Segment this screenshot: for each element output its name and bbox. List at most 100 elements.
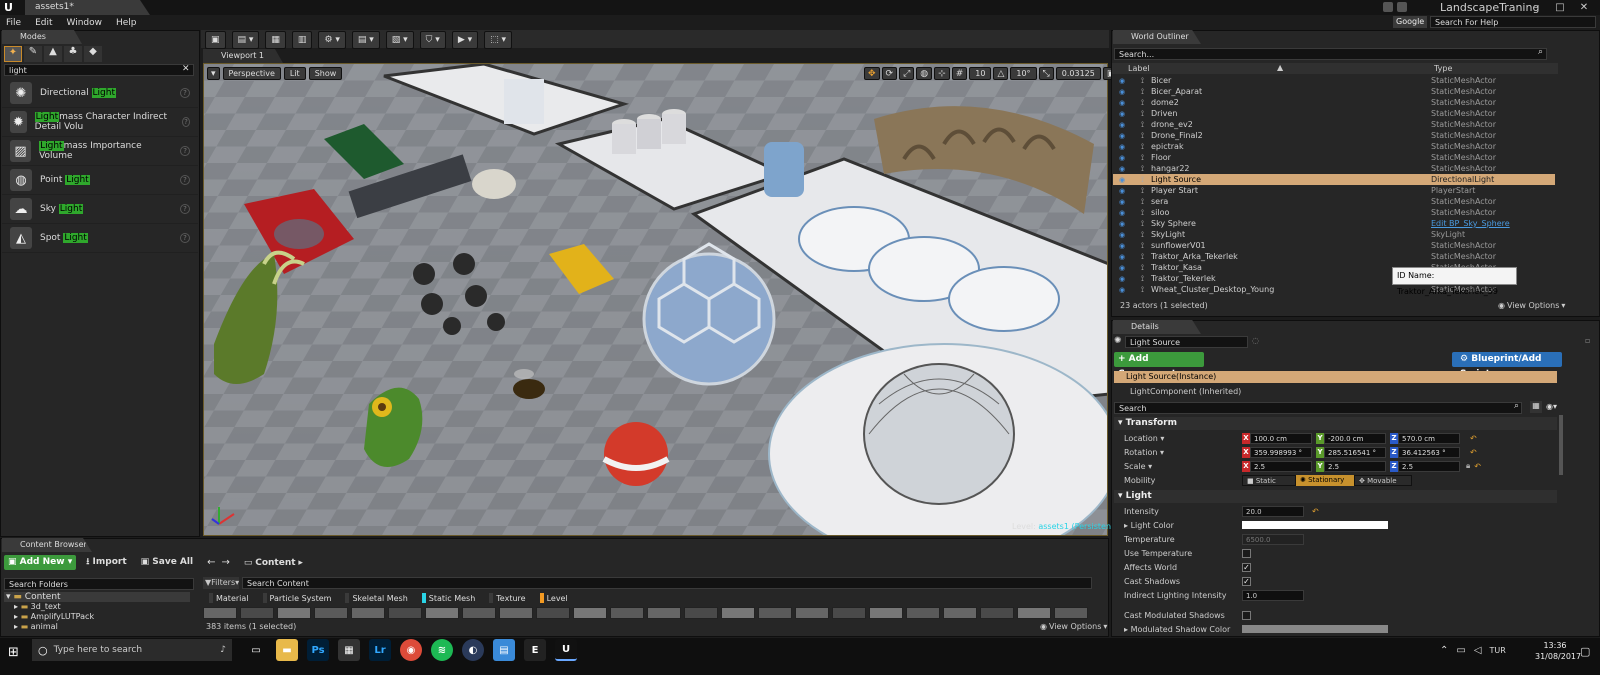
- intensity-field[interactable]: 20.0: [1242, 505, 1304, 517]
- asset-thumbnail[interactable]: [240, 607, 274, 619]
- asset-thumbnail[interactable]: [906, 607, 940, 619]
- network-icon[interactable]: ▭: [1456, 645, 1465, 656]
- folder-item[interactable]: ▸ ▬ animal: [4, 622, 190, 632]
- menu-help[interactable]: Help: [116, 18, 137, 28]
- modulated-color-swatch[interactable]: [1242, 625, 1388, 633]
- location-z-field[interactable]: 570.0 cm: [1398, 432, 1460, 444]
- outliner-row[interactable]: ◉ ⟟ Light Source DirectionalLight: [1113, 174, 1555, 185]
- help-icon[interactable]: ?: [180, 233, 190, 243]
- clock[interactable]: 13:36 31/08/2017: [1535, 640, 1581, 662]
- scale-y-field[interactable]: 2.5: [1324, 460, 1386, 472]
- chevron-up-icon[interactable]: ⌃: [1440, 645, 1448, 656]
- asset-thumbnail[interactable]: [499, 607, 533, 619]
- paint-mode-icon[interactable]: ✎: [24, 46, 42, 62]
- modes-search-input[interactable]: light: [4, 64, 194, 76]
- spotify-icon[interactable]: ≋: [431, 639, 453, 661]
- reset-rotation-icon[interactable]: ↶: [1470, 448, 1477, 457]
- visibility-eye-icon[interactable]: ◉: [1119, 132, 1129, 140]
- outliner-row[interactable]: ◉ ⟟ Player Start PlayerStart: [1113, 185, 1555, 196]
- media-app-icon[interactable]: ▦: [338, 639, 360, 661]
- asset-thumbnail[interactable]: [610, 607, 644, 619]
- outliner-row[interactable]: ◉ ⟟ siloo StaticMeshActor: [1113, 207, 1555, 218]
- rotation-snap-icon[interactable]: △: [993, 67, 1009, 80]
- help-icon[interactable]: ?: [180, 88, 190, 98]
- indirect-field[interactable]: 1.0: [1242, 589, 1304, 601]
- details-search-input[interactable]: Search: [1114, 402, 1522, 414]
- visibility-eye-icon[interactable]: ◉: [1119, 176, 1129, 184]
- folder-path[interactable]: ▭ Content ▸: [244, 558, 303, 568]
- outliner-row[interactable]: ◉ ⟟ epictrak StaticMeshActor: [1113, 141, 1555, 152]
- help-search-input[interactable]: Search For Help: [1430, 16, 1596, 28]
- label-column-header[interactable]: Label: [1128, 64, 1150, 73]
- modes-item[interactable]: ◍ Point Light ?: [2, 166, 198, 195]
- file-explorer-icon[interactable]: ▬: [276, 639, 298, 661]
- scale-label[interactable]: Scale ▾: [1124, 462, 1152, 471]
- filter-tag[interactable]: Texture: [483, 592, 531, 604]
- modes-item[interactable]: ◭ Spot Light ?: [2, 224, 198, 253]
- chrome-icon[interactable]: ◉: [400, 639, 422, 661]
- save-icon[interactable]: ▣: [205, 31, 226, 49]
- outliner-row[interactable]: ◉ ⟟ SkyLight SkyLight: [1113, 229, 1555, 240]
- mobility-movable-button[interactable]: ✥ Movable: [1354, 474, 1412, 486]
- outliner-row[interactable]: ◉ ⟟ Sky Sphere Edit BP_Sky_Sphere: [1113, 218, 1555, 229]
- scale-snap-icon[interactable]: ⤡: [1038, 67, 1054, 80]
- visibility-eye-icon[interactable]: ◉: [1119, 121, 1129, 129]
- asset-thumbnail[interactable]: [795, 607, 829, 619]
- sort-ascending-icon[interactable]: ▲: [1277, 63, 1283, 72]
- cast-shadows-checkbox[interactable]: ✓: [1242, 576, 1251, 586]
- filter-tag[interactable]: Level: [534, 592, 574, 604]
- cast-modulated-checkbox[interactable]: [1242, 610, 1251, 620]
- search-folders-input[interactable]: Search Folders: [4, 578, 194, 590]
- outliner-row[interactable]: ◉ ⟟ sunflowerV01 StaticMeshActor: [1113, 240, 1555, 251]
- grid-snap-value[interactable]: 10: [969, 67, 992, 80]
- visibility-eye-icon[interactable]: ◉: [1119, 231, 1129, 239]
- outliner-row[interactable]: ◉ ⟟ hangar22 StaticMeshActor: [1113, 163, 1555, 174]
- modes-item[interactable]: ✹ Lightmass Character Indirect Detail Vo…: [2, 108, 198, 137]
- forward-icon[interactable]: →: [221, 557, 229, 568]
- search-engine-select[interactable]: Google ▾: [1393, 16, 1427, 38]
- filter-tag[interactable]: Static Mesh: [416, 592, 481, 604]
- unreal-editor-icon[interactable]: U: [555, 639, 577, 661]
- asset-thumbnail[interactable]: [314, 607, 348, 619]
- help-icon[interactable]: ?: [181, 117, 190, 127]
- maximize-icon[interactable]: □: [1548, 0, 1572, 15]
- language-indicator[interactable]: TUR: [1490, 646, 1506, 655]
- modes-item[interactable]: ▨ Lightmass Importance Volume ?: [2, 137, 198, 166]
- asset-thumbnail[interactable]: [647, 607, 681, 619]
- import-button[interactable]: ⭳ Import: [82, 555, 130, 570]
- asset-thumbnail[interactable]: [462, 607, 496, 619]
- help-icon[interactable]: ?: [180, 204, 190, 214]
- rotation-y-field[interactable]: 285.516541 °: [1324, 446, 1386, 458]
- outliner-row[interactable]: ◉ ⟟ Bicer StaticMeshActor: [1113, 75, 1555, 86]
- lock-icon[interactable]: ◌: [1252, 336, 1259, 345]
- location-x-field[interactable]: 100.0 cm: [1250, 432, 1312, 444]
- visibility-eye-icon[interactable]: ◉: [1119, 110, 1129, 118]
- location-label[interactable]: Location ▾: [1124, 434, 1164, 443]
- world-outliner-tab[interactable]: World Outliner: [1113, 30, 1201, 44]
- help-icon[interactable]: ?: [180, 146, 190, 156]
- filter-tag[interactable]: Particle System: [257, 592, 338, 604]
- modes-item[interactable]: ✺ Directional Light ?: [2, 79, 198, 108]
- content-icon[interactable]: ▦: [265, 31, 286, 49]
- visibility-eye-icon[interactable]: ◉: [1119, 88, 1129, 96]
- visibility-eye-icon[interactable]: ◉: [1119, 143, 1129, 151]
- filter-tag[interactable]: Skeletal Mesh: [339, 592, 413, 604]
- transform-section[interactable]: ▾ Transform: [1114, 417, 1557, 430]
- geometry-mode-icon[interactable]: ◆: [84, 46, 102, 62]
- use-temperature-checkbox[interactable]: [1242, 548, 1251, 558]
- viewport-canvas[interactable]: [203, 63, 1108, 536]
- outliner-search-input[interactable]: Search...: [1114, 48, 1547, 60]
- asset-thumbnail[interactable]: [277, 607, 311, 619]
- grid-snap-icon[interactable]: #: [951, 67, 968, 80]
- outliner-row[interactable]: ◉ ⟟ Driven StaticMeshActor: [1113, 108, 1555, 119]
- menu-window[interactable]: Window: [67, 18, 103, 28]
- affects-world-checkbox[interactable]: ✓: [1242, 562, 1251, 572]
- visibility-eye-icon[interactable]: ◉: [1119, 165, 1129, 173]
- asset-thumbnail[interactable]: [684, 607, 718, 619]
- menu-file[interactable]: File: [6, 18, 21, 28]
- outliner-view-options[interactable]: ◉ View Options ▾: [1498, 301, 1565, 310]
- modes-item[interactable]: ☁ Sky Light ?: [2, 195, 198, 224]
- visibility-eye-icon[interactable]: ◉: [1119, 187, 1129, 195]
- component-instance-row[interactable]: Light Source(Instance): [1114, 371, 1557, 383]
- asset-thumbnail[interactable]: [758, 607, 792, 619]
